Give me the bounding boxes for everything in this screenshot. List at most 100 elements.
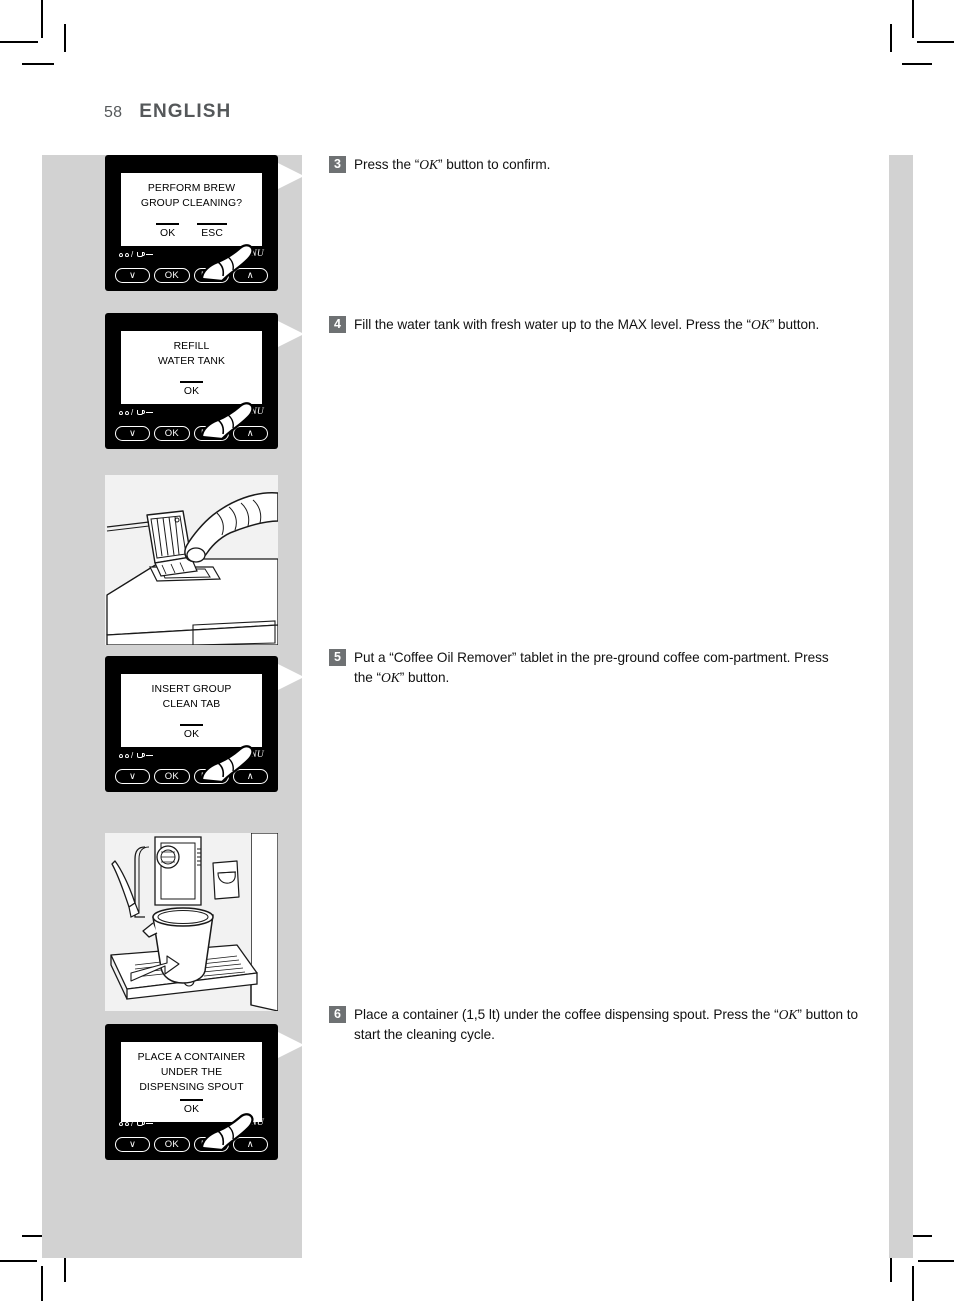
- lcd-option-ok: OK: [179, 1099, 204, 1117]
- lcd-line: PERFORM BREW: [147, 183, 236, 194]
- lcd-option-esc: ESC: [197, 223, 227, 241]
- panel-pointer-notch: [278, 163, 304, 189]
- panel-pointer-notch: [278, 664, 304, 690]
- page-header: 58 ENGLISH: [104, 101, 231, 123]
- esc-button[interactable]: ESC: [193, 1137, 229, 1152]
- step-number: 3: [329, 156, 346, 173]
- up-button[interactable]: ∧: [232, 1137, 268, 1152]
- step-text: Fill the water tank with fresh water up …: [354, 315, 819, 335]
- display-panel-perform-brew-group-cleaning: PERFORM BREW GROUP CLEANING? OK ESC / ME…: [105, 155, 304, 291]
- machine-control-row: / MENU ∨ OK ESC ∧: [115, 750, 268, 784]
- down-button[interactable]: ∨: [115, 769, 151, 784]
- machine-line-art: [105, 475, 278, 645]
- ok-button-reference: OK: [419, 157, 438, 172]
- ok-button-reference: OK: [750, 317, 770, 332]
- ok-button[interactable]: OK: [154, 1137, 190, 1152]
- crop-mark: [917, 41, 954, 43]
- down-button[interactable]: ∨: [115, 1137, 151, 1152]
- crop-mark: [41, 1266, 43, 1301]
- step-number: 5: [329, 649, 346, 666]
- crop-mark: [902, 63, 932, 65]
- crop-mark: [22, 63, 54, 65]
- lcd-option-ok: OK: [179, 381, 204, 399]
- step-number: 4: [329, 316, 346, 333]
- esc-button[interactable]: ESC: [193, 426, 229, 441]
- lcd-line: DISPENSING SPOUT: [139, 1082, 244, 1093]
- up-button[interactable]: ∧: [232, 769, 268, 784]
- display-panel-place-container-under-spout: PLACE A CONTAINER UNDER THE DISPENSING S…: [105, 1024, 304, 1160]
- lcd-screen: PERFORM BREW GROUP CLEANING? OK ESC: [121, 173, 262, 246]
- step-text: Press the “OK” button to confirm.: [354, 155, 550, 175]
- machine-line-art: [105, 833, 278, 1011]
- coffee-beans-cup-icon: /: [119, 408, 153, 417]
- lcd-options: OK ESC: [124, 223, 259, 241]
- panel-pointer-notch: [278, 321, 304, 347]
- step-text: Put a “Coffee Oil Remover” tablet in the…: [354, 648, 849, 688]
- lcd-line: WATER TANK: [158, 356, 225, 367]
- ok-button[interactable]: OK: [154, 268, 190, 283]
- machine-control-row: / MENU ∨ OK ESC ∧: [115, 407, 268, 441]
- crop-mark: [64, 24, 66, 52]
- right-gray-band: [889, 155, 913, 1258]
- page-language-title: ENGLISH: [139, 101, 232, 122]
- step-6: 6 Place a container (1,5 lt) under the c…: [329, 1005, 859, 1045]
- illustration-pre-ground-compartment-lid: [105, 475, 278, 645]
- esc-button[interactable]: ESC: [193, 769, 229, 784]
- crop-mark: [912, 0, 914, 38]
- ok-button-reference: OK: [778, 1007, 798, 1022]
- lcd-line: CLEAN TAB: [162, 699, 221, 710]
- step-5: 5 Put a “Coffee Oil Remover” tablet in t…: [329, 648, 849, 688]
- machine-control-row: / MENU ∨ OK ESC ∧: [115, 1118, 268, 1152]
- esc-button[interactable]: ESC: [193, 268, 229, 283]
- menu-label: MENU: [236, 750, 264, 760]
- crop-mark: [918, 1260, 954, 1262]
- display-panel-insert-group-clean-tab: INSERT GROUP CLEAN TAB OK / MENU ∨ OK ES…: [105, 656, 304, 792]
- step-text-run: Place a container (1,5 lt) under the cof…: [354, 1007, 779, 1022]
- lcd-option-ok: OK: [155, 223, 180, 241]
- crop-mark: [912, 1266, 914, 1301]
- lcd-line: INSERT GROUP: [151, 684, 232, 695]
- lcd-screen: REFILL WATER TANK OK: [121, 331, 262, 404]
- up-button[interactable]: ∧: [232, 268, 268, 283]
- illustration-container-under-dispensing-spout: [105, 833, 278, 1011]
- step-number: 6: [329, 1006, 346, 1023]
- coffee-beans-cup-icon: /: [119, 250, 153, 259]
- ok-button-reference: OK: [380, 670, 400, 685]
- menu-label: MENU: [236, 249, 264, 259]
- display-panel-refill-water-tank: REFILL WATER TANK OK / MENU ∨ OK ESC ∧: [105, 313, 304, 449]
- ok-button[interactable]: OK: [154, 426, 190, 441]
- down-button[interactable]: ∨: [115, 268, 151, 283]
- crop-mark: [0, 1260, 37, 1262]
- step-3: 3 Press the “OK” button to confirm.: [329, 155, 859, 175]
- lcd-line: UNDER THE: [160, 1067, 223, 1078]
- manual-page: 58 ENGLISH PERFORM BREW GROUP CLEANING? …: [0, 0, 954, 1301]
- crop-mark: [0, 41, 38, 43]
- lcd-options: OK: [124, 724, 259, 742]
- step-text-run: ” button.: [769, 317, 820, 332]
- lcd-option-ok: OK: [179, 724, 204, 742]
- lcd-options: OK: [124, 1099, 259, 1117]
- lcd-screen: PLACE A CONTAINER UNDER THE DISPENSING S…: [121, 1042, 262, 1122]
- lcd-options: OK: [124, 381, 259, 399]
- lcd-line: REFILL: [173, 341, 210, 352]
- coffee-beans-cup-icon: /: [119, 751, 153, 760]
- lcd-line: GROUP CLEANING?: [140, 198, 243, 209]
- up-button[interactable]: ∧: [232, 426, 268, 441]
- page-number: 58: [104, 104, 123, 121]
- step-text: Place a container (1,5 lt) under the cof…: [354, 1005, 859, 1045]
- panel-pointer-notch: [278, 1032, 304, 1058]
- step-text-run: Fill the water tank with fresh water up …: [354, 317, 751, 332]
- menu-label: MENU: [236, 407, 264, 417]
- coffee-beans-cup-icon: /: [119, 1119, 153, 1128]
- crop-mark: [41, 0, 43, 38]
- menu-label: MENU: [236, 1118, 264, 1128]
- step-4: 4 Fill the water tank with fresh water u…: [329, 315, 859, 335]
- down-button[interactable]: ∨: [115, 426, 151, 441]
- step-text-run: ” button to confirm.: [437, 157, 551, 172]
- lcd-line: PLACE A CONTAINER: [137, 1052, 246, 1063]
- machine-control-row: / MENU ∨ OK ESC ∧: [115, 249, 268, 283]
- step-text-run: Press the “: [354, 157, 420, 172]
- lcd-screen: INSERT GROUP CLEAN TAB OK: [121, 674, 262, 747]
- ok-button[interactable]: OK: [154, 769, 190, 784]
- crop-mark: [890, 24, 892, 52]
